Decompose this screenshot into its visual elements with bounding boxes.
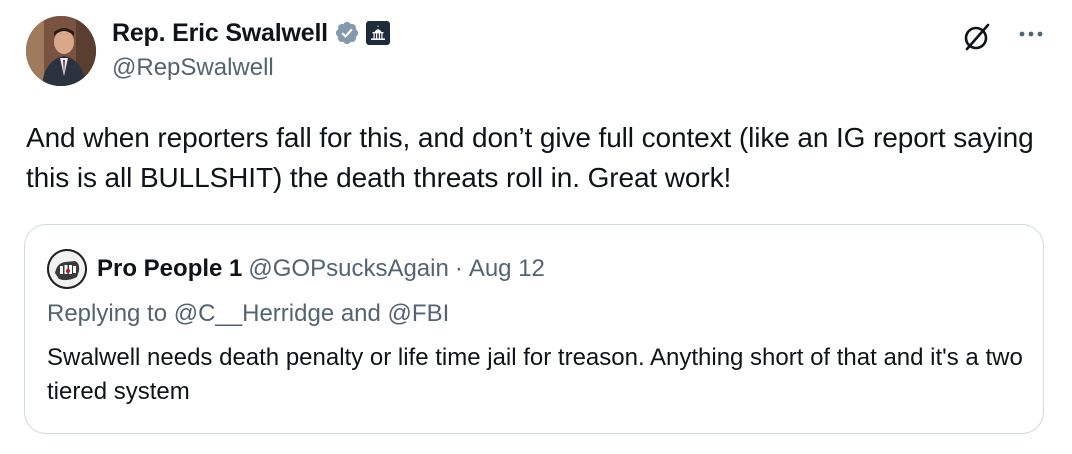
verified-badge-icon[interactable] <box>334 20 360 46</box>
quoted-handle[interactable]: @GOPsucksAgain <box>248 255 448 283</box>
author-avatar[interactable] <box>26 16 96 86</box>
more-options-icon[interactable] <box>1014 20 1048 48</box>
quoted-author-avatar[interactable] <box>47 249 87 289</box>
author-name-row: Rep. Eric Swalwell <box>112 16 390 50</box>
replying-to: Replying to @C__Herridge and @FBI <box>47 300 450 327</box>
tweet-text: And when reporters fall for this, and do… <box>26 122 1034 193</box>
author-display-name[interactable]: Rep. Eric Swalwell <box>112 16 328 50</box>
quoted-text: Swalwell needs death penalty or life tim… <box>47 344 1023 405</box>
tweet: Rep. Eric Swalwell @RepSwalwell And when… <box>0 0 1072 454</box>
quoted-header: Pro People 1 @GOPsucksAgain · Aug 12 <box>97 249 545 289</box>
separator-dot: · <box>454 255 463 282</box>
grok-icon[interactable] <box>960 20 994 54</box>
author-handle[interactable]: @RepSwalwell <box>112 52 274 84</box>
quoted-date[interactable]: Aug 12 <box>469 255 545 283</box>
quoted-tweet[interactable]: Pro People 1 @GOPsucksAgain · Aug 12 Rep… <box>24 224 1044 434</box>
capitol-icon[interactable] <box>365 21 390 45</box>
quoted-display-name[interactable]: Pro People 1 <box>97 255 242 283</box>
